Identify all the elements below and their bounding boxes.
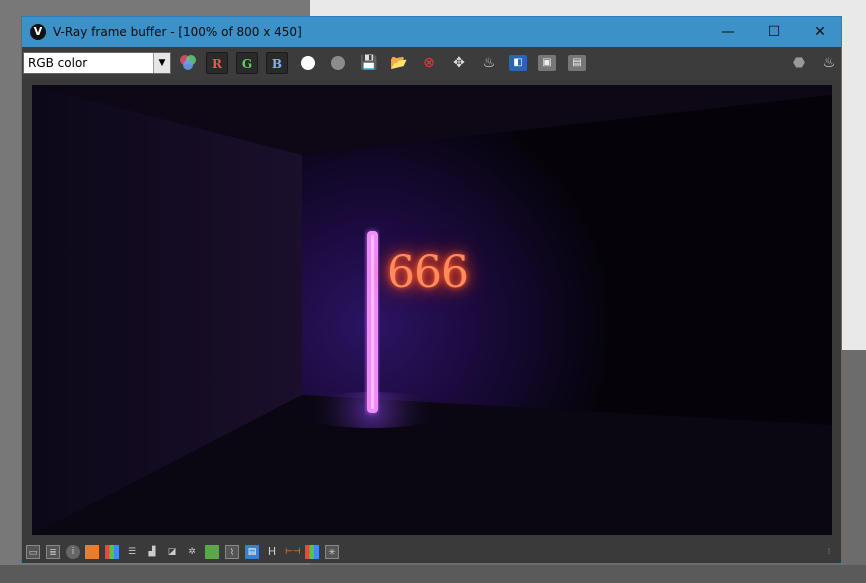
red-channel-button[interactable]: R: [206, 52, 228, 74]
chevron-down-icon[interactable]: ▼: [153, 53, 170, 73]
grey-dot-icon[interactable]: [331, 56, 345, 70]
desktop-background-bottom: [0, 565, 866, 583]
region-render-icon[interactable]: ✥: [448, 52, 470, 74]
color-correction-icon[interactable]: [85, 545, 99, 559]
white-balance-icon[interactable]: ✲: [185, 545, 199, 559]
render-viewport[interactable]: 666: [32, 85, 832, 535]
color-channels-icon[interactable]: [177, 52, 199, 74]
rgb-circles-icon: [180, 55, 196, 70]
close-button[interactable]: ✕: [797, 17, 843, 47]
ocio-icon[interactable]: ✳: [325, 545, 339, 559]
rendered-image: [32, 85, 832, 535]
white-dot-icon[interactable]: [301, 56, 315, 70]
exposure-icon[interactable]: ☰: [125, 545, 139, 559]
tile-list-icon[interactable]: ≣: [46, 545, 60, 559]
blue-channel-button[interactable]: B: [266, 52, 288, 74]
vray-logo-icon: V: [30, 24, 46, 40]
curve-graph-icon[interactable]: ⌇: [225, 545, 239, 559]
histogram-icon[interactable]: ▟: [145, 545, 159, 559]
maximize-button[interactable]: ☐: [751, 17, 797, 47]
history-icon[interactable]: ▣: [538, 55, 556, 71]
resize-grip-icon[interactable]: ⁞: [822, 545, 836, 559]
stop-render-icon[interactable]: ⬣: [788, 52, 810, 74]
channel-select[interactable]: RGB color ▼: [23, 52, 171, 74]
render-teapot-icon-2[interactable]: ♨: [818, 52, 840, 74]
status-toolbar: ▭ ≣ i ☰ ▟ ◪ ✲ ⌇ ▤ H ⊢⊣ ✳ ⁞: [22, 541, 841, 563]
render-teapot-icon[interactable]: ♨: [478, 52, 500, 74]
compare-ab-icon[interactable]: ◧: [509, 55, 527, 71]
window-title: V-Ray frame buffer - [100% of 800 x 450]: [53, 25, 302, 39]
open-folder-small-icon[interactable]: ▭: [26, 545, 40, 559]
info-icon[interactable]: i: [66, 545, 80, 559]
curve-icon[interactable]: ◪: [165, 545, 179, 559]
channel-bars-icon[interactable]: [305, 545, 319, 559]
lens-effects-icon[interactable]: ▤: [568, 55, 586, 71]
white-point-icon[interactable]: ⊢⊣: [285, 545, 301, 559]
title-bar[interactable]: V V-Ray frame buffer - [100% of 800 x 45…: [22, 17, 841, 47]
background-image-icon[interactable]: [205, 545, 219, 559]
neon-666-text: 666: [387, 247, 469, 298]
hue-label[interactable]: H: [265, 545, 279, 559]
clear-image-icon[interactable]: ⊗: [418, 52, 440, 74]
channel-select-value: RGB color: [28, 56, 88, 70]
levels-icon[interactable]: [105, 545, 119, 559]
vray-frame-buffer-window: V V-Ray frame buffer - [100% of 800 x 45…: [21, 16, 842, 563]
open-folder-icon[interactable]: 📂: [388, 52, 410, 74]
lut-icon[interactable]: ▤: [245, 545, 259, 559]
minimize-button[interactable]: —: [705, 17, 751, 47]
save-image-icon[interactable]: 💾: [358, 52, 380, 74]
green-channel-button[interactable]: G: [236, 52, 258, 74]
